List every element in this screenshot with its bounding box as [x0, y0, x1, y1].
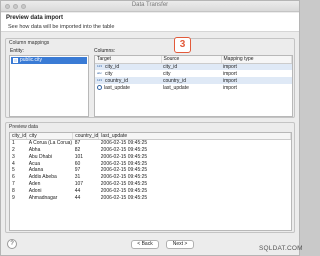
cell: 2006-02-15 09:45:25 [100, 146, 148, 153]
preview-row[interactable]: 6 Addis Abeba 31 2006-02-15 09:45:25 [10, 174, 291, 181]
cell: 2006-02-15 09:45:25 [100, 187, 148, 194]
target-name: country_id [105, 77, 129, 84]
preview-row[interactable]: 3 Abu Dhabi 101 2006-02-15 09:45:25 [10, 153, 291, 160]
cell: 82 [74, 146, 81, 153]
entity-name: public.city [20, 57, 42, 63]
cell: 44 [74, 187, 81, 194]
mapping-type[interactable]: import [221, 84, 292, 91]
cell: 3 [12, 153, 15, 160]
page-title: Preview data import [6, 15, 64, 21]
preview-col-last-update[interactable]: last_update [98, 133, 291, 141]
preview-row[interactable]: 1 A Corua (La Corua) 87 2006-02-15 09:45:25 [10, 140, 291, 147]
columns-table[interactable]: Target Source Mapping type 123 city_id ci… [94, 55, 293, 117]
preview-table-box[interactable]: city_id city country_id last_update 1 A C… [9, 132, 292, 231]
cell: 2006-02-15 09:45:25 [100, 167, 148, 174]
back-button[interactable]: < Back [131, 240, 159, 249]
preview-col-country-id[interactable]: country_id [72, 133, 100, 141]
cell: A Corua (La Corua) [28, 140, 73, 147]
cell: 8 [12, 187, 15, 194]
cell: Abha [28, 146, 41, 153]
cell: 9 [12, 194, 15, 201]
cell: 5 [12, 167, 15, 174]
cell: 2006-02-15 09:45:25 [100, 174, 148, 181]
cell: Adoni [28, 187, 42, 194]
table-icon [13, 58, 18, 63]
preview-header-row: city_id city country_id last_update [10, 133, 291, 141]
source-name: city_id [161, 63, 221, 70]
help-button[interactable]: ? [7, 239, 17, 249]
cell: 101 [74, 153, 84, 160]
mapping-type[interactable]: import [221, 70, 292, 77]
cell: Adana [28, 167, 44, 174]
numeric-column-icon: 123 [97, 64, 103, 69]
mapping-row[interactable]: 123 city_id city_id import [95, 63, 292, 70]
columns-label: Columns: [94, 48, 116, 54]
cell: 2006-02-15 09:45:25 [100, 153, 148, 160]
cell: 2006-02-15 09:45:25 [100, 180, 148, 187]
cell: 7 [12, 180, 15, 187]
cell: 1 [12, 140, 15, 147]
target-name: city [105, 70, 113, 77]
preview-data-title: Preview data [9, 124, 38, 130]
entity-list[interactable]: public.city [9, 55, 89, 117]
preview-row[interactable]: 8 Adoni 44 2006-02-15 09:45:25 [10, 187, 291, 194]
cell: 31 [74, 174, 81, 181]
cell: 2 [12, 146, 15, 153]
mapping-row[interactable]: last_update last_update import [95, 84, 292, 91]
cell: 87 [74, 140, 81, 147]
cell: 2006-02-15 09:45:25 [100, 160, 148, 167]
cell: Acua [28, 160, 41, 167]
cell: Addis Abeba [28, 174, 57, 181]
preview-row[interactable]: 9 Ahmadnagar 44 2006-02-15 09:45:25 [10, 194, 291, 201]
window-title: Data Transfer [131, 2, 169, 8]
text-column-icon: abc [97, 71, 102, 76]
next-button[interactable]: Next > [166, 240, 194, 249]
mapping-row[interactable]: 123 country_id country_id import [95, 77, 292, 84]
target-name: last_update [104, 84, 130, 91]
mapping-table: Target Source Mapping type 123 city_id ci… [95, 56, 292, 91]
preview-col-city[interactable]: city [26, 133, 74, 141]
mapping-header-row: Target Source Mapping type [95, 56, 292, 64]
mapping-type-column-header[interactable]: Mapping type [221, 56, 292, 64]
preview-table: city_id city country_id last_update 1 A C… [10, 133, 291, 201]
source-name: country_id [161, 77, 221, 84]
numeric-column-icon: 123 [97, 78, 103, 83]
column-mappings-title: Column mappings [9, 40, 50, 46]
mapping-type[interactable]: import [221, 77, 292, 84]
source-name: city [163, 70, 171, 77]
source-column-header[interactable]: Source [161, 56, 222, 64]
preview-row[interactable]: 4 Acua 60 2006-02-15 09:45:25 [10, 160, 291, 167]
cell: Aden [28, 180, 41, 187]
cell: 44 [74, 194, 81, 201]
entity-label: Entity: [10, 48, 24, 54]
page-subtitle: See how data will be imported into the t… [8, 24, 115, 30]
column-mappings-section: Column mappings Entity: public.city Colu… [5, 38, 295, 118]
cell: 2006-02-15 09:45:25 [100, 140, 148, 147]
source-name: last_update [163, 84, 189, 91]
preview-col-city-id[interactable]: city_id [10, 133, 28, 141]
cell: 107 [74, 180, 84, 187]
cell: Ahmadnagar [28, 194, 58, 201]
title-bar: Data Transfer [1, 1, 299, 12]
preview-row[interactable]: 7 Aden 107 2006-02-15 09:45:25 [10, 181, 291, 188]
cell: 60 [74, 160, 81, 167]
entity-item-city[interactable]: public.city [11, 57, 87, 64]
target-name: city_id [105, 63, 120, 70]
watermark-text: SQLDAT.COM [259, 245, 303, 252]
cell: 2006-02-15 09:45:25 [100, 194, 148, 201]
target-column-header[interactable]: Target [95, 56, 162, 64]
mapping-type[interactable]: import [221, 63, 292, 70]
preview-row[interactable]: 2 Abha 82 2006-02-15 09:45:25 [10, 147, 291, 154]
cell: 4 [12, 160, 15, 167]
cell: 6 [12, 174, 15, 181]
cell: Abu Dhabi [28, 153, 53, 160]
mapping-row[interactable]: abc city city import [95, 70, 292, 77]
cell: 97 [74, 167, 81, 174]
callout-number-badge: 3 [174, 37, 191, 53]
preview-row[interactable]: 5 Adana 97 2006-02-15 09:45:25 [10, 167, 291, 174]
preview-data-section: Preview data city_id city country_id las… [5, 122, 295, 233]
clock-column-icon [97, 84, 102, 90]
data-transfer-window: Data Transfer Preview data import See ho… [0, 0, 303, 256]
wizard-header: Preview data import See how data will be… [1, 13, 299, 32]
